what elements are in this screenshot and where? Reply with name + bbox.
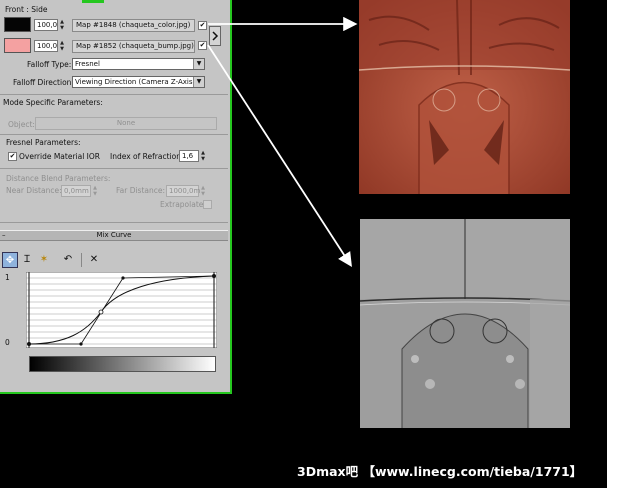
color-map-preview xyxy=(359,0,570,194)
bump-map-preview xyxy=(360,219,570,428)
arrow-to-bump-map xyxy=(207,44,352,268)
watermark-text: 3Dmax吧 【www.linecg.com/tieba/1771】 xyxy=(297,464,583,479)
bump-texture-image xyxy=(360,219,570,428)
color-texture-image xyxy=(359,0,570,194)
